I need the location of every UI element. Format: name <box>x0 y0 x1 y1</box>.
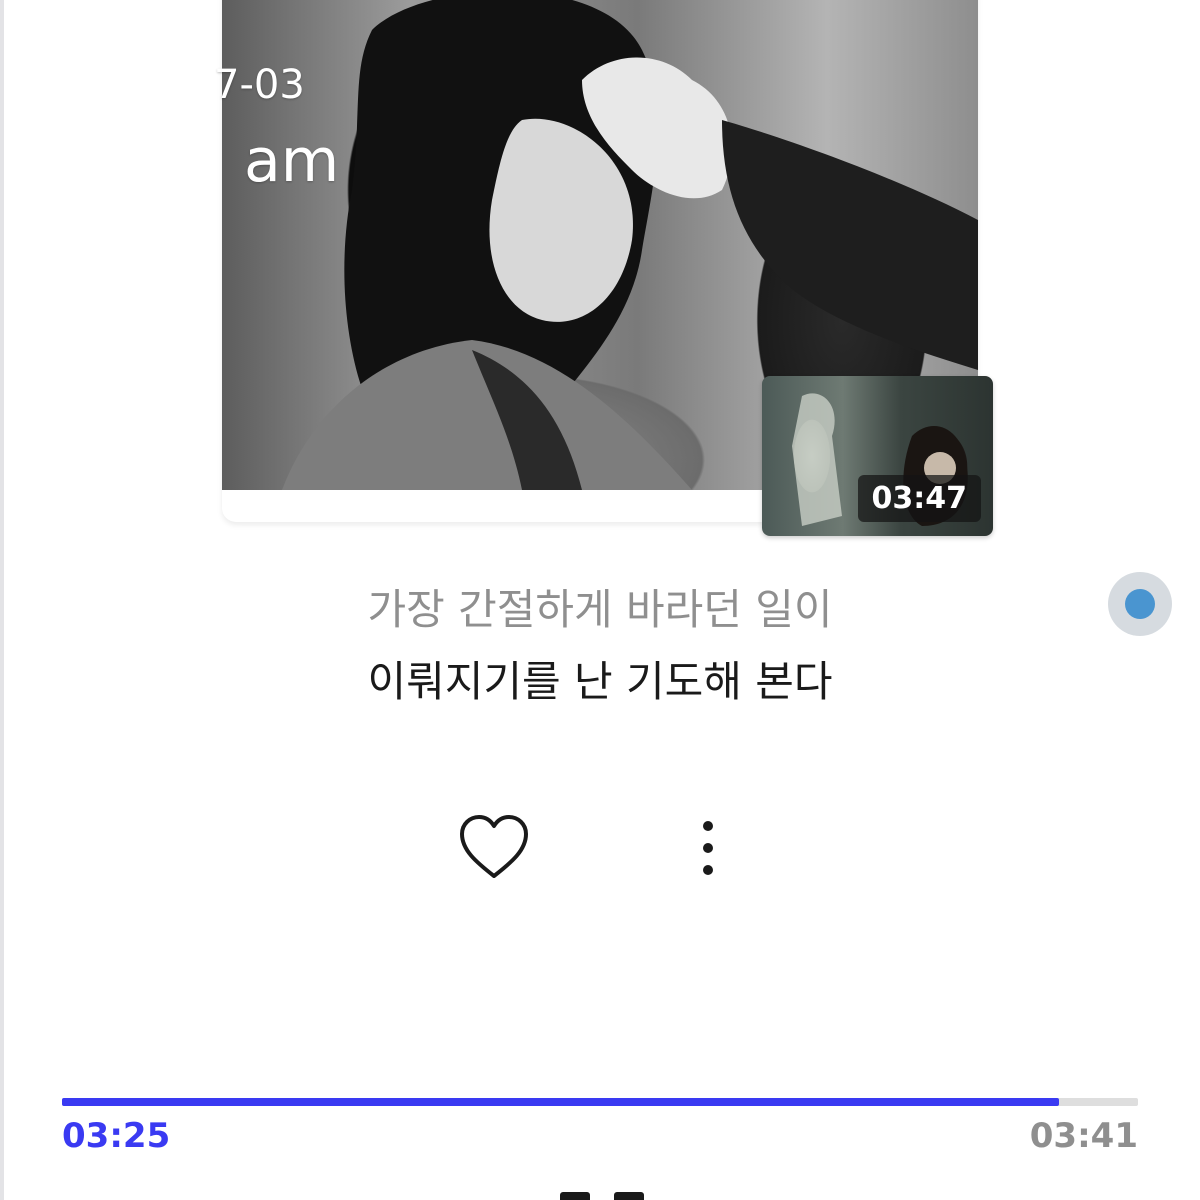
floating-button-dot <box>1125 589 1155 619</box>
elapsed-time: 03:25 <box>62 1116 171 1156</box>
total-time: 03:41 <box>1029 1116 1138 1156</box>
music-player-screen: 7-03 am 03:47 가장 간절하게 바라던 일이 이뤄지기를 난 기도해… <box>0 0 1200 1200</box>
music-video-thumbnail[interactable]: 03:47 <box>762 376 993 536</box>
lyric-previous-line[interactable]: 가장 간절하게 바라던 일이 <box>0 576 1200 637</box>
like-button[interactable] <box>456 812 532 884</box>
pause-button[interactable] <box>560 1192 644 1200</box>
lyric-current-line[interactable]: 이뤄지기를 난 기도해 본다 <box>0 648 1200 709</box>
heart-icon <box>460 815 528 878</box>
overlay-date-text: 7-03 <box>214 62 305 108</box>
more-vertical-icon <box>703 821 713 875</box>
video-duration-label: 03:47 <box>857 475 981 522</box>
more-options-button[interactable] <box>686 812 730 884</box>
pause-icon-bar-right <box>614 1192 644 1200</box>
overlay-time-text: am <box>244 126 340 196</box>
floating-assistive-button[interactable] <box>1108 572 1172 636</box>
playback-progress-bar[interactable] <box>62 1098 1138 1106</box>
pause-icon-bar-left <box>560 1192 590 1200</box>
playback-progress-fill <box>62 1098 1060 1106</box>
